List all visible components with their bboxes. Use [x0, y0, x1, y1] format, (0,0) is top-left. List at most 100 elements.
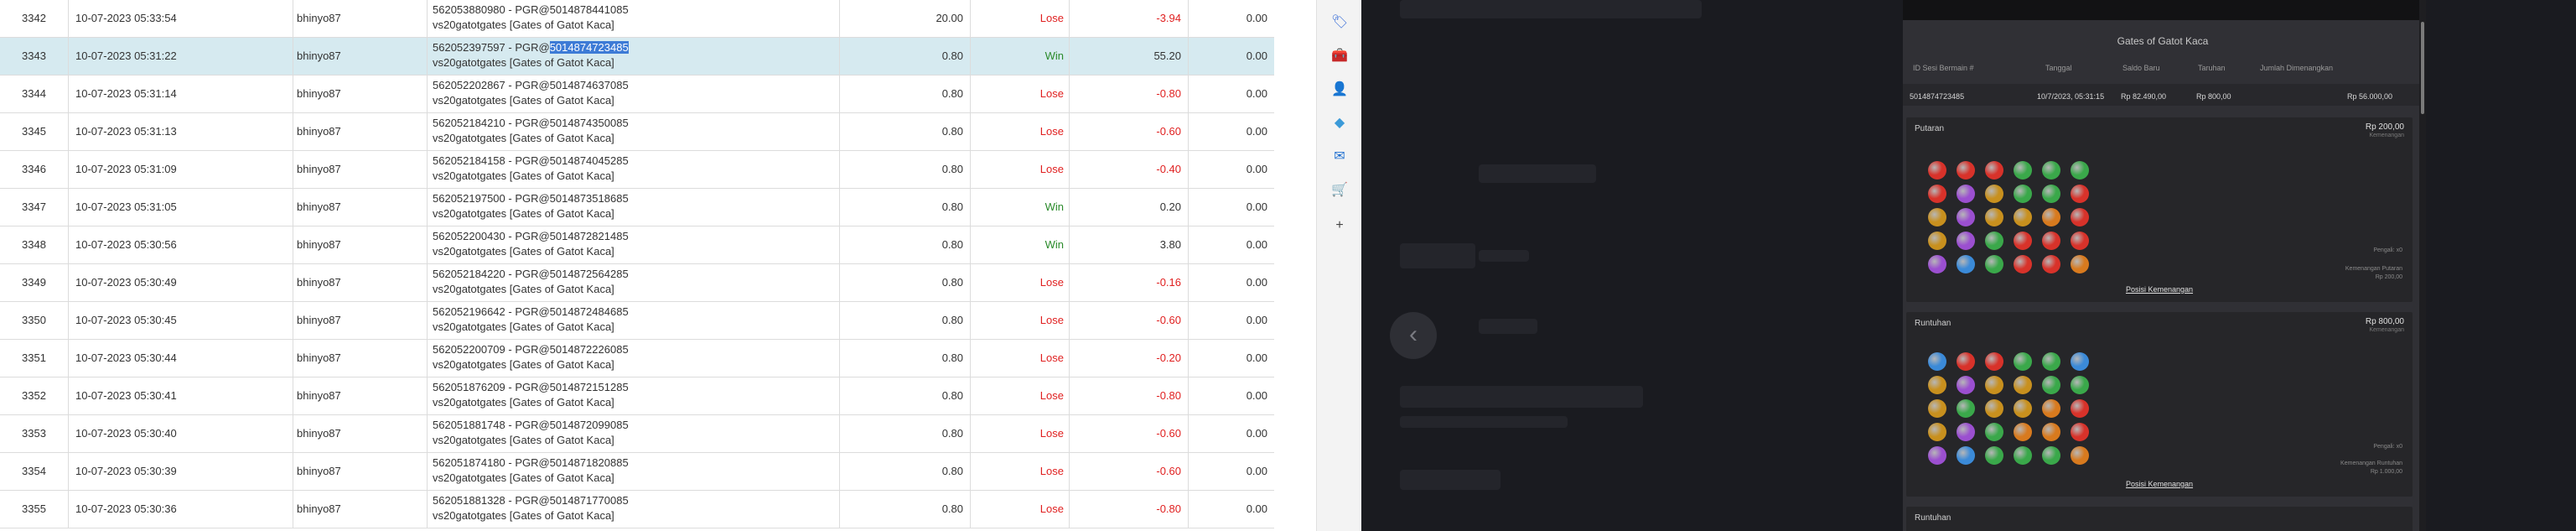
row-transaction: 562051881328 - PGR@5014871770085 vs20gato… [428, 491, 840, 528]
row-bet: 0.80 [840, 453, 971, 490]
row-datetime: 10-07-2023 05:30:41 [69, 377, 293, 414]
slot-symbol-icon [1957, 446, 1975, 465]
cart-icon[interactable]: 🛒 [1330, 181, 1349, 200]
row-bet: 0.80 [840, 151, 971, 188]
row-result: Lose [971, 264, 1070, 301]
slot-symbol-icon [2071, 255, 2089, 273]
row-id: 3343 [0, 38, 69, 75]
transactions-table: 3342 10-07-2023 05:33:54 bhinyo87 562053880… [0, 0, 1274, 531]
tx-game: vs20gatotgates [Gates of Gatot Kaca] [433, 434, 614, 446]
row-transaction: 562052184158 - PGR@5014874045285 vs20gato… [428, 151, 840, 188]
ghost-block [1400, 470, 1501, 490]
slot-symbol-icon [1928, 208, 1946, 226]
slot-symbol-icon [2014, 255, 2032, 273]
row-user: bhinyo87 [293, 340, 428, 377]
winning-positions-link[interactable]: Posisi Kemenangan [1906, 285, 2413, 294]
tx-ref: 562052200430 - PGR@5014872821485 [433, 230, 629, 242]
row-id: 3342 [0, 0, 69, 37]
row-transaction: 562052202867 - PGR@5014874637085 vs20gato… [428, 75, 840, 112]
row-id: 3350 [0, 302, 69, 339]
col-win: Jumlah Dimenangkan [2260, 64, 2334, 72]
tx-ref: 562052200709 - PGR@5014872226085 [433, 343, 629, 356]
table-row[interactable]: 3351 10-07-2023 05:30:44 bhinyo87 562052200… [0, 340, 1274, 377]
slot-symbol-icon [2071, 352, 2089, 371]
table-row[interactable]: 3354 10-07-2023 05:30:39 bhinyo87 562051874… [0, 453, 1274, 491]
row-user: bhinyo87 [293, 264, 428, 301]
row-datetime: 10-07-2023 05:31:05 [69, 189, 293, 226]
row-bet: 0.80 [840, 38, 971, 75]
row-id: 3346 [0, 151, 69, 188]
slot-symbol-icon [1957, 423, 1975, 441]
row-profit: -0.16 [1070, 264, 1189, 301]
table-row[interactable]: 3348 10-07-2023 05:30:56 bhinyo87 562052200… [0, 226, 1274, 264]
row-extra: 0.00 [1246, 276, 1267, 289]
session-date: 10/7/2023, 05:31:15 [2037, 92, 2105, 101]
row-result: Lose [971, 377, 1070, 414]
slot-symbol-icon [1928, 399, 1946, 418]
row-datetime: 10-07-2023 05:30:49 [69, 264, 293, 301]
slot-symbol-icon [1928, 423, 1946, 441]
row-profit: 3.80 [1070, 226, 1189, 263]
row-extra: 0.00 [1246, 49, 1267, 62]
table-row[interactable]: 3353 10-07-2023 05:30:40 bhinyo87 562051881… [0, 415, 1274, 453]
copilot-icon[interactable]: ◆ [1330, 114, 1349, 133]
row-extra: 0.00 [1246, 389, 1267, 402]
row-user: bhinyo87 [293, 226, 428, 263]
table-row[interactable]: 3346 10-07-2023 05:31:09 bhinyo87 562052184… [0, 151, 1274, 189]
toolbox-icon[interactable]: 🧰 [1330, 47, 1349, 65]
col-date: Tanggal [2045, 64, 2072, 72]
row-extra: 0.00 [1246, 465, 1267, 477]
tx-ref: 562051881748 - PGR@5014872099085 [433, 419, 629, 431]
row-extra: 0.00 [1246, 163, 1267, 175]
slot-symbol-icon [1928, 446, 1946, 465]
table-row[interactable]: 3355 10-07-2023 05:30:36 bhinyo87 562051881… [0, 491, 1274, 528]
row-extra: 0.00 [1246, 87, 1267, 100]
slot-symbol-icon [1985, 185, 2003, 203]
row-transaction: 562053880980 - PGR@5014878441085 vs20gato… [428, 0, 840, 37]
tx-game: vs20gatotgates [Gates of Gatot Kaca] [433, 18, 614, 31]
row-result: Lose [971, 151, 1070, 188]
tag-icon[interactable]: 🏷 [1330, 13, 1349, 32]
row-id: 3355 [0, 491, 69, 528]
add-icon[interactable]: + [1330, 216, 1349, 235]
tx-game: vs20gatotgates [Gates of Gatot Kaca] [433, 132, 614, 144]
table-row[interactable]: 3343 10-07-2023 05:31:22 bhinyo87 562052397… [0, 38, 1274, 75]
slot-symbol-icon [2071, 376, 2089, 394]
tx-game: vs20gatotgates [Gates of Gatot Kaca] [433, 509, 614, 522]
user-icon[interactable]: 👤 [1330, 81, 1349, 99]
table-row[interactable]: 3349 10-07-2023 05:30:49 bhinyo87 562052184… [0, 264, 1274, 302]
table-row[interactable]: 3344 10-07-2023 05:31:14 bhinyo87 562052202… [0, 75, 1274, 113]
tx-game: vs20gatotgates [Gates of Gatot Kaca] [433, 471, 614, 484]
multiplier-note: Pengali: x0 [2373, 247, 2402, 253]
row-transaction: 562052200430 - PGR@5014872821485 vs20gato… [428, 226, 840, 263]
outlook-icon[interactable]: ✉ [1330, 148, 1349, 166]
table-row[interactable]: 3352 10-07-2023 05:30:41 bhinyo87 562051876… [0, 377, 1274, 415]
row-id: 3347 [0, 189, 69, 226]
row-bet: 0.80 [840, 302, 971, 339]
row-user: bhinyo87 [293, 491, 428, 528]
row-profit: -0.60 [1070, 113, 1189, 150]
tx-ref: 562051881328 - PGR@5014871770085 [433, 494, 629, 507]
slot-symbol-icon [2014, 399, 2032, 418]
panel-scrollbar-thumb[interactable] [2421, 22, 2424, 114]
slot-symbol-icon [1985, 376, 2003, 394]
back-arrow-button[interactable]: ‹ [1390, 312, 1437, 359]
slot-symbol-icon [2042, 352, 2060, 371]
tx-prefix: 562052397597 - PGR@ [433, 41, 550, 54]
slot-symbol-icon [2042, 399, 2060, 418]
row-user: bhinyo87 [293, 189, 428, 226]
section-amount: Rp 800,00 [2365, 317, 2404, 326]
slot-symbol-icon [2014, 185, 2032, 203]
row-datetime: 10-07-2023 05:30:56 [69, 226, 293, 263]
tx-ref: 562051874180 - PGR@5014871820885 [433, 456, 629, 469]
table-row[interactable]: 3350 10-07-2023 05:30:45 bhinyo87 562052196… [0, 302, 1274, 340]
table-row[interactable]: 3342 10-07-2023 05:33:54 bhinyo87 562053880… [0, 0, 1274, 38]
tx-ref: 562052184210 - PGR@5014874350085 [433, 117, 629, 129]
ghost-block [1400, 243, 1475, 268]
table-row[interactable]: 3345 10-07-2023 05:31:13 bhinyo87 562052184… [0, 113, 1274, 151]
table-row[interactable]: 3347 10-07-2023 05:31:05 bhinyo87 562052197… [0, 189, 1274, 226]
winning-positions-link[interactable]: Posisi Kemenangan [1906, 480, 2413, 488]
row-id: 3351 [0, 340, 69, 377]
row-profit: -0.80 [1070, 377, 1189, 414]
slot-symbol-icon [1957, 232, 1975, 250]
